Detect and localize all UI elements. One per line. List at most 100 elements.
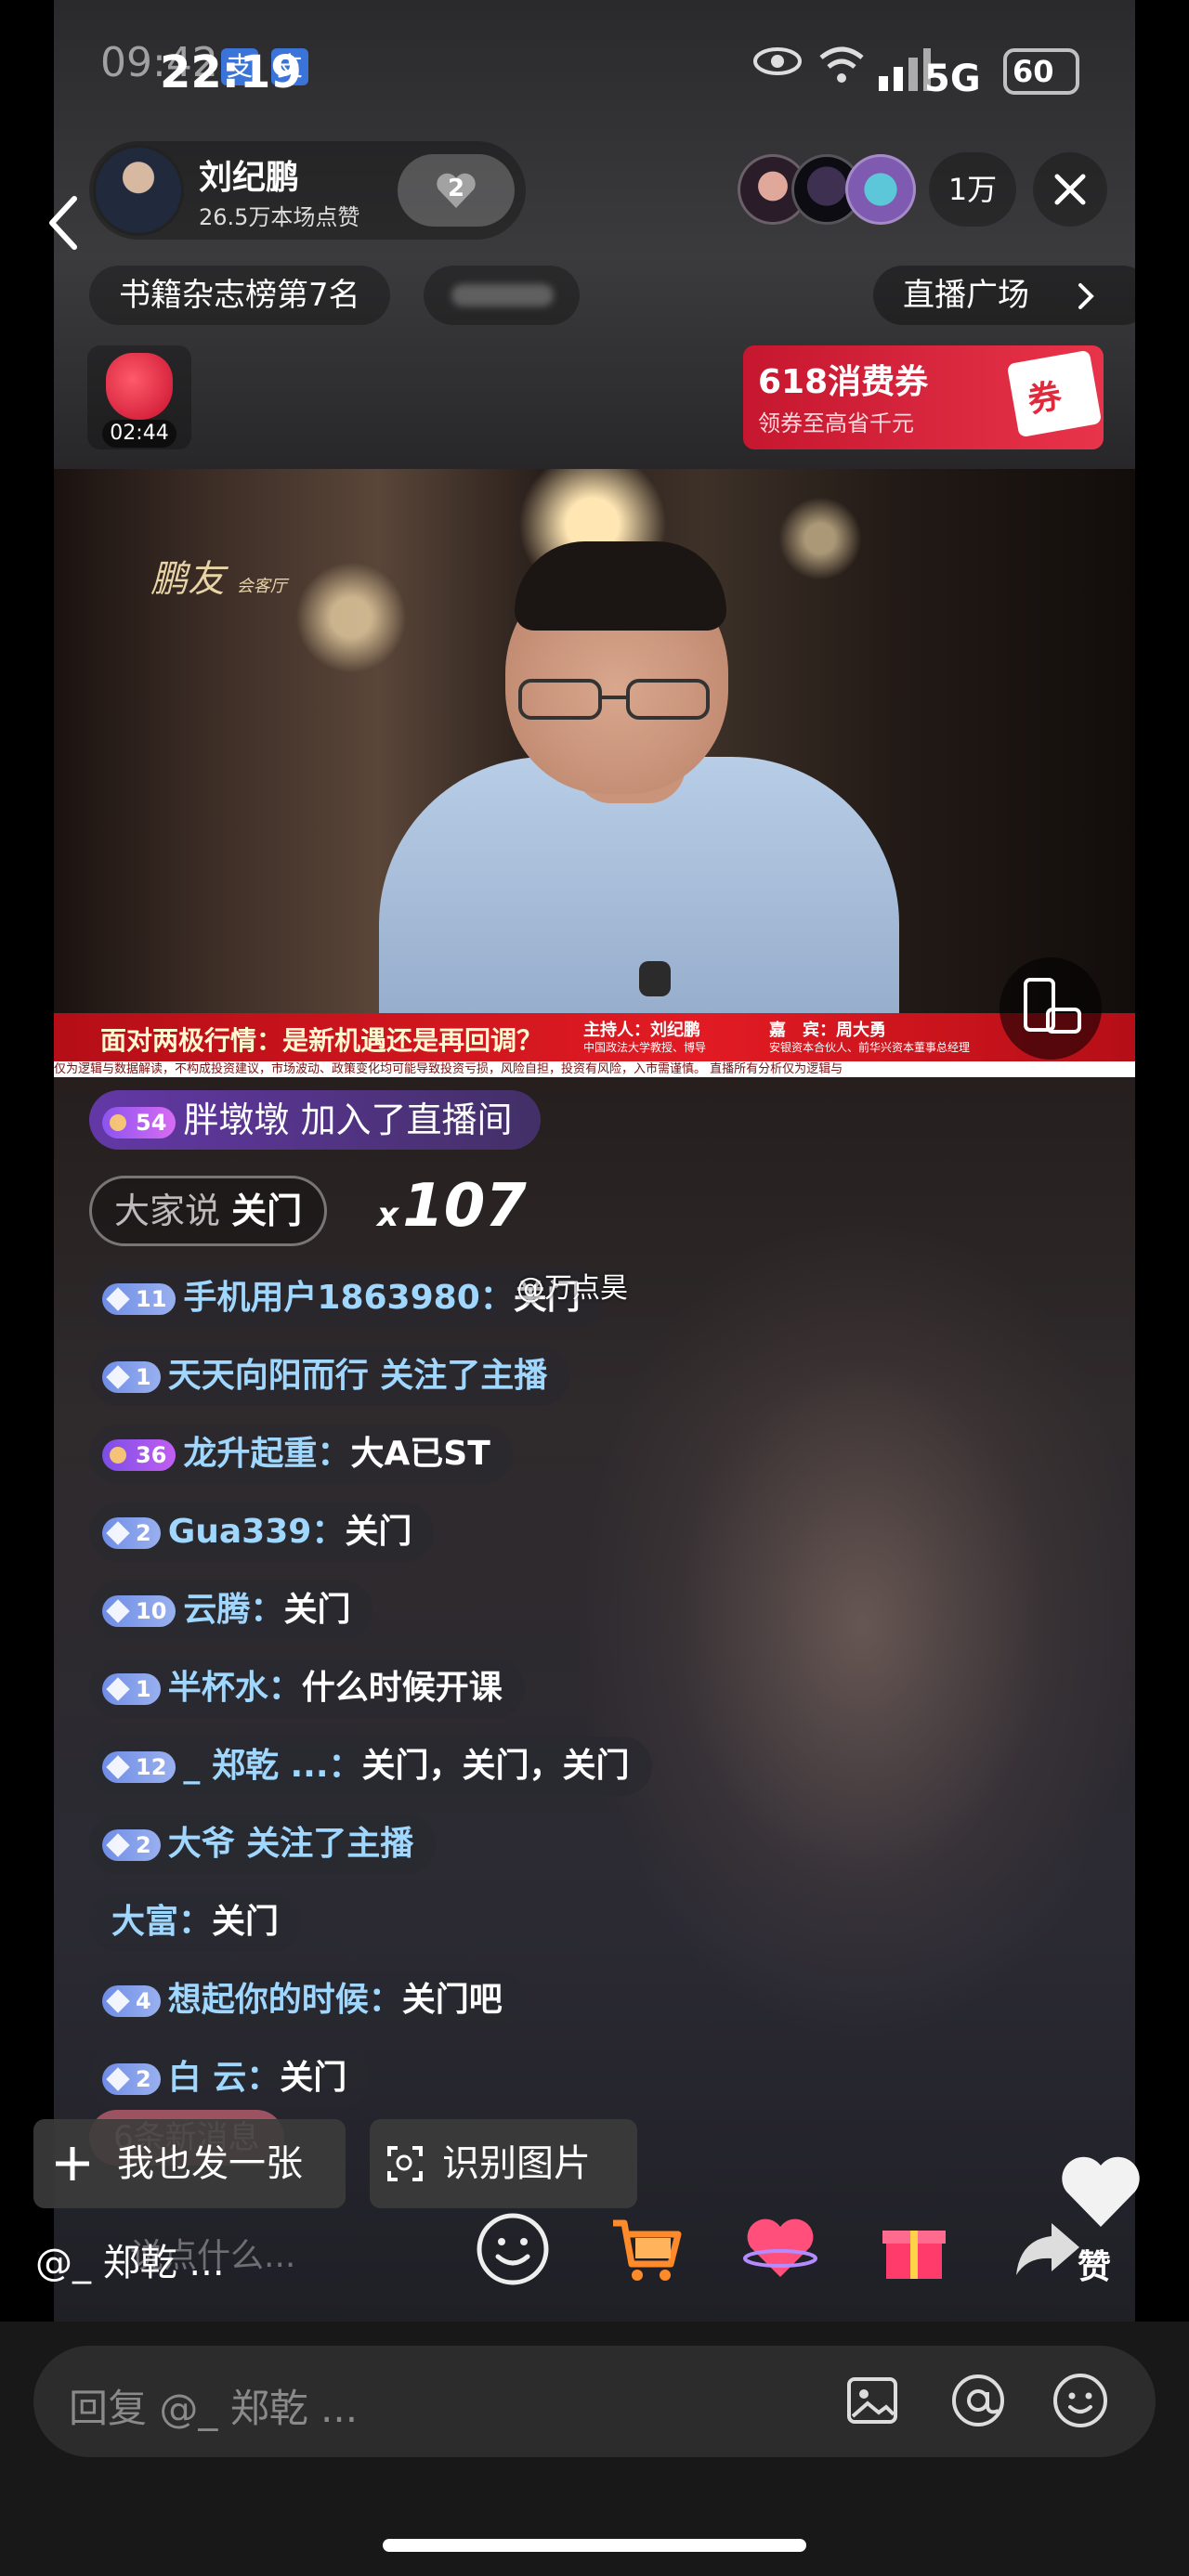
- user-level-badge: 54: [102, 1106, 176, 1138]
- chat-text: 关门: [280, 2059, 347, 2097]
- chat-username: 大爷: [167, 1825, 235, 1863]
- count-prefix: x: [377, 1196, 399, 1234]
- chat-text: 关门，关门，关门: [361, 1747, 630, 1785]
- status-time: 22:19: [160, 46, 302, 98]
- chat-username: 半杯水: [167, 1669, 268, 1707]
- post-image-button[interactable]: 我也发一张: [33, 2119, 346, 2208]
- join-notice: 54 胖墩墩 加入了直播间: [89, 1090, 541, 1150]
- anchor-likes: 26.5万本场点赞: [199, 204, 360, 230]
- chat-username: 大富: [111, 1903, 179, 1941]
- show-logo-small: 会客厅: [236, 577, 287, 596]
- coupon-title: 618消费券: [758, 363, 929, 401]
- recognize-image-button[interactable]: 识别图片: [370, 2119, 637, 2208]
- chat-message[interactable]: 4 想起你的时候：关门吧: [89, 1971, 525, 2030]
- fan-club-button[interactable]: 2: [398, 154, 515, 227]
- user-level-badge: 1: [102, 1673, 161, 1705]
- chat-username: 手机用户1863980: [183, 1279, 480, 1317]
- host-title: 中国政法大学教授、博导: [583, 1041, 707, 1054]
- anchor-avatar[interactable]: [93, 145, 184, 236]
- back-icon[interactable]: [45, 195, 82, 251]
- chat-message[interactable]: 1 半杯水：什么时候开课: [89, 1659, 525, 1718]
- scan-icon: [387, 2146, 423, 2181]
- red-packet-button[interactable]: 02:44: [87, 345, 191, 449]
- emoji-icon[interactable]: [1050, 2370, 1111, 2431]
- join-text: 加入了直播间: [300, 1099, 513, 1140]
- chat-text: 关门吧: [401, 1981, 503, 2019]
- live-video[interactable]: 鹏友 会客厅 面对两极行情：是新机遇还是再回调？ 主持人：刘纪鹏 中国政法大学教…: [54, 469, 1135, 1077]
- close-icon: [1054, 174, 1086, 205]
- show-logo: 鹏友 会客厅: [150, 549, 287, 603]
- user-level-badge: 2: [102, 1829, 161, 1861]
- weibo-watermark: @万点昊: [516, 1272, 628, 1305]
- everyone-says-count: x107: [377, 1172, 527, 1241]
- user-level-badge: 4: [102, 1985, 161, 2017]
- host-hair: [515, 541, 726, 631]
- lapel-mic: [639, 961, 671, 996]
- like-button[interactable]: 赞: [1059, 2151, 1143, 2286]
- background-lamp: [778, 497, 862, 580]
- chat-message[interactable]: 1 天天向阳而行 关注了主播: [89, 1347, 570, 1406]
- show-logo-text: 鹏友: [150, 558, 225, 601]
- count-value: 107: [402, 1172, 527, 1241]
- shopping-cart-icon[interactable]: [608, 2210, 686, 2288]
- emoji-icon[interactable]: [474, 2210, 552, 2288]
- close-button[interactable]: [1033, 152, 1107, 227]
- heart-gift-icon[interactable]: [741, 2210, 819, 2288]
- like-heart-icon: [1062, 2156, 1140, 2227]
- disclaimer-ticker: 仅为逻辑与数据解读，不构成投资建议，市场波动、政策变化均可能导致投资亏损，风险自…: [54, 1061, 1135, 1077]
- blurred-tag[interactable]: [424, 266, 580, 325]
- chat-text: 关注了主播: [380, 1357, 548, 1395]
- red-packet-icon: [106, 353, 173, 420]
- glasses: [518, 679, 710, 720]
- everyone-says-pill[interactable]: 大家说 关门: [89, 1176, 328, 1246]
- eye-icon: [753, 47, 802, 75]
- chat-message[interactable]: 36 龙升起重：大A已ST: [89, 1425, 513, 1484]
- chat-message[interactable]: 10 云腾：关门: [89, 1581, 373, 1640]
- coupon-ticket-label: 券: [1025, 377, 1065, 421]
- viewer-avatar[interactable]: [845, 154, 916, 225]
- coupon-banner[interactable]: 618消费券 领券至高省千元 券: [743, 345, 1104, 449]
- chat-message[interactable]: 2白 云：关门: [89, 2049, 370, 2108]
- home-indicator[interactable]: [383, 2539, 806, 2552]
- chat-text: 关门: [345, 1513, 412, 1551]
- user-level-badge: 10: [102, 1595, 176, 1627]
- coupon-ticket-icon: 券: [1006, 349, 1103, 438]
- rotate-screen-icon: [1024, 978, 1081, 1034]
- chat-username: 龙升起重: [183, 1435, 318, 1473]
- user-level-badge: 12: [102, 1751, 176, 1783]
- chat-username: 天天向阳而行: [167, 1357, 369, 1395]
- gift-icon[interactable]: [875, 2210, 953, 2288]
- chat-username: Gua339: [167, 1513, 312, 1551]
- chat-message[interactable]: 2 Gua339：关门: [89, 1503, 435, 1562]
- guest-title: 安银资本合伙人、前华兴资本董事总经理: [769, 1041, 971, 1054]
- chat-username: 白 云: [167, 2059, 247, 2097]
- join-user: 胖墩墩: [183, 1099, 290, 1140]
- recognize-image-label: 识别图片: [442, 2142, 591, 2185]
- chat-message[interactable]: 大富：关门: [89, 1893, 302, 1952]
- plus-icon: [56, 2147, 89, 2180]
- fan-level: 2: [447, 175, 465, 202]
- everyone-says-value: 关门: [231, 1190, 303, 1231]
- chevron-right-icon: [1078, 283, 1094, 309]
- background-lamp: [295, 562, 407, 673]
- like-label: 赞: [1078, 2248, 1112, 2286]
- video-headline: 面对两极行情：是新机遇还是再回调？: [100, 1025, 543, 1056]
- rank-badge[interactable]: 书籍杂志榜第7名: [89, 266, 390, 325]
- user-level: 54: [136, 1109, 167, 1136]
- chat-username: 想起你的时候: [167, 1981, 369, 2019]
- rotate-screen-button[interactable]: [1000, 957, 1102, 1060]
- image-picker-icon[interactable]: [842, 2370, 903, 2431]
- mention-icon[interactable]: [947, 2370, 1009, 2431]
- live-square-button[interactable]: 直播广场: [873, 266, 1152, 325]
- user-level-badge: 2: [102, 2063, 161, 2095]
- chat-message[interactable]: 12 _ 郑乾 ...：关门，关门，关门: [89, 1737, 652, 1796]
- chat-text: 关门: [283, 1591, 351, 1629]
- guest-label: 嘉 宾：周大勇: [769, 1021, 886, 1040]
- reply-input[interactable]: 回复 @_ 郑乾 ...: [33, 2346, 1156, 2457]
- chat-text: 关注了主播: [246, 1825, 414, 1863]
- viewer-count[interactable]: 1万: [929, 152, 1016, 227]
- chat-username: _ 郑乾 ...: [183, 1747, 329, 1785]
- chat-message[interactable]: 2 大爷 关注了主播: [89, 1815, 437, 1874]
- post-image-label: 我也发一张: [117, 2142, 303, 2185]
- chat-text: 大A已ST: [350, 1435, 490, 1473]
